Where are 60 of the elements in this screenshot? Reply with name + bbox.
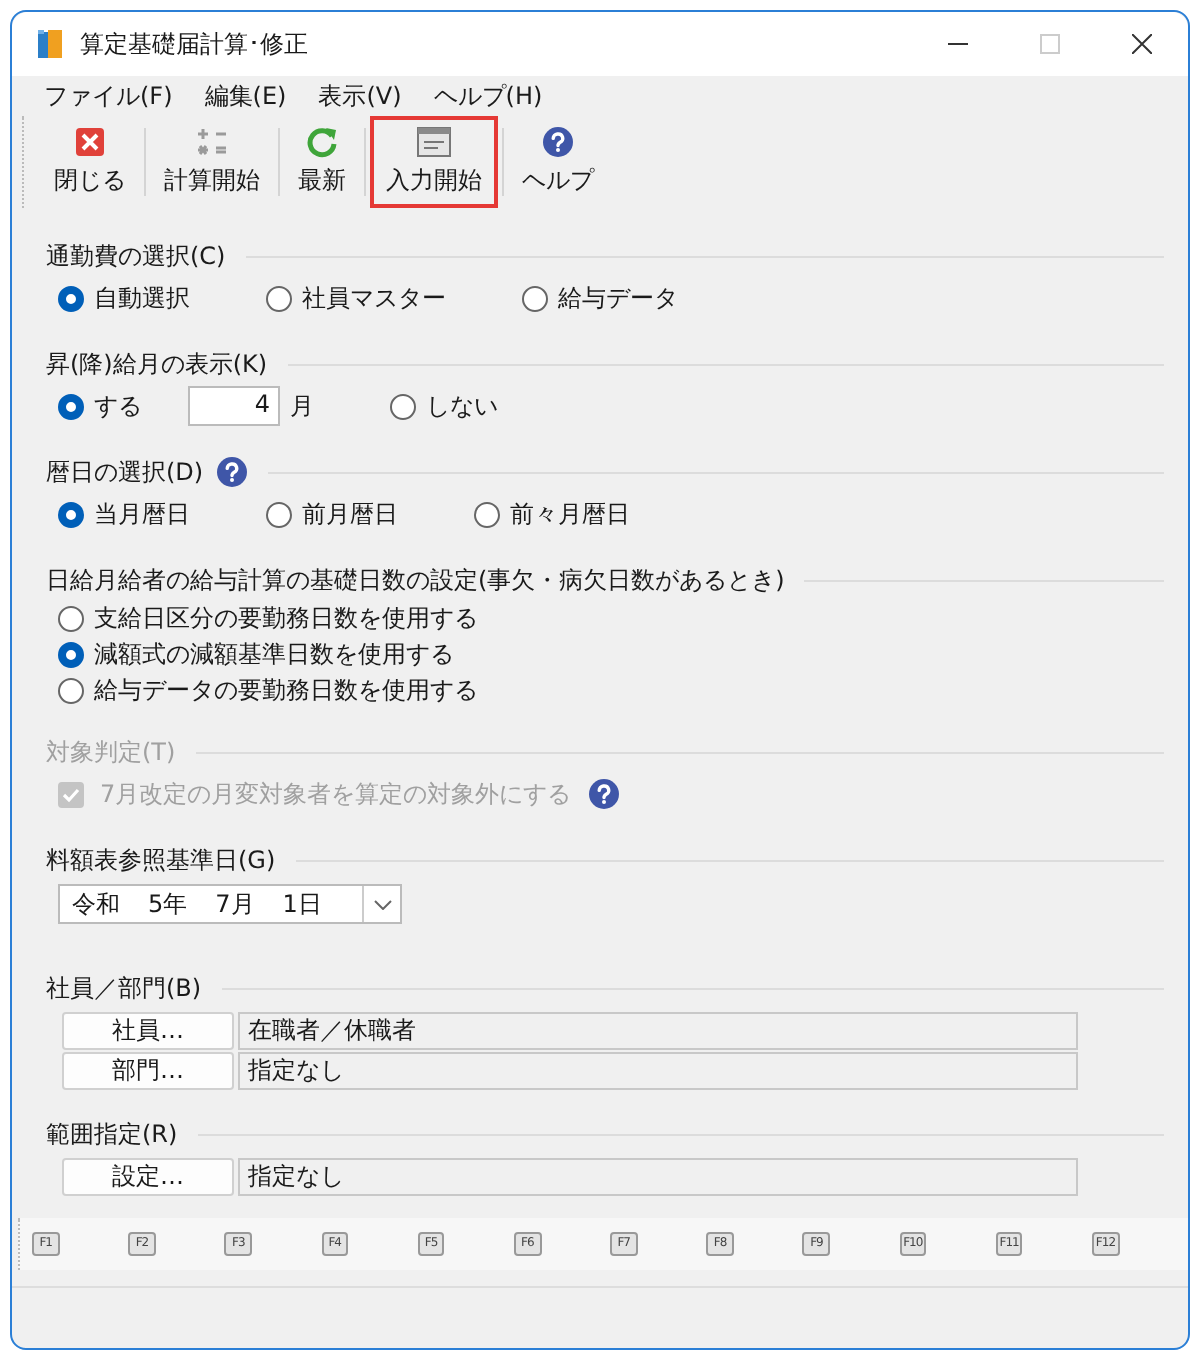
select-button[interactable]: 部門… <box>62 1052 234 1090</box>
option-label[interactable]: 給与データの要勤務日数を使用する <box>94 673 478 707</box>
option-label[interactable]: 社員マスター <box>302 281 446 315</box>
help-icon <box>542 126 574 158</box>
option-label[interactable]: 減額式の減額基準日数を使用する <box>94 637 454 671</box>
radio-button[interactable] <box>58 285 84 311</box>
toolbar-button[interactable]: 閉じる <box>40 116 140 208</box>
option-label[interactable]: する <box>94 389 142 423</box>
radio-button[interactable] <box>522 285 548 311</box>
app-icon <box>36 28 64 60</box>
radio-button[interactable] <box>266 501 292 527</box>
chevron-icon <box>373 899 391 909</box>
radio-button[interactable] <box>390 393 416 419</box>
option-label[interactable]: 前々月暦日 <box>510 497 630 531</box>
refresh-icon <box>306 126 338 158</box>
option-label[interactable]: 当月暦日 <box>94 497 190 531</box>
select-button[interactable]: 設定… <box>62 1158 234 1196</box>
radio-button[interactable] <box>58 677 84 703</box>
minimize-icon[interactable] <box>948 42 968 46</box>
menu-item[interactable]: ヘルプ(H) <box>421 79 555 113</box>
option-label[interactable]: 支給日区分の要勤務日数を使用する <box>94 601 478 635</box>
toolbar-button[interactable]: 計算開始 <box>150 116 274 208</box>
section-title: 対象判定(T) <box>46 735 176 769</box>
option-label[interactable]: 給与データ <box>558 281 678 315</box>
help-icon[interactable] <box>215 456 248 488</box>
window-title: 算定基礎届計算･修正 <box>80 27 310 61</box>
menu-item[interactable]: 編集(E) <box>192 79 299 113</box>
unit-label: 月 <box>290 389 314 423</box>
select-button[interactable]: 社員… <box>62 1012 234 1050</box>
close-icon <box>74 126 106 158</box>
section-title: 料額表参照基準日(G) <box>46 843 276 877</box>
section-title: 社員／部門(B) <box>46 971 202 1005</box>
option-label[interactable]: しない <box>426 389 498 423</box>
section-title: 範囲指定(R) <box>46 1117 178 1151</box>
radio-button[interactable] <box>266 285 292 311</box>
toolbar-button[interactable]: 入力開始 <box>370 116 498 208</box>
section-title: 暦日の選択(D) <box>46 455 204 489</box>
selection-field: 在職者／休職者 <box>238 1012 1078 1050</box>
selection-field: 指定なし <box>238 1158 1078 1196</box>
option-label[interactable]: 自動選択 <box>94 281 190 315</box>
window-form-icon <box>416 126 452 158</box>
option-label[interactable]: 前月暦日 <box>302 497 398 531</box>
calculator-icon <box>196 126 228 158</box>
date-dropdown[interactable]: 令和 5年 7月 1日 <box>58 884 402 924</box>
section-title: 日給月給者の給与計算の基礎日数の設定(事欠・病欠日数があるとき) <box>46 563 785 597</box>
close-icon[interactable] <box>1132 34 1152 54</box>
month-input[interactable]: 4 <box>188 386 280 426</box>
radio-button[interactable] <box>58 605 84 631</box>
menu-item[interactable]: ファイル(F) <box>32 79 185 113</box>
selection-field: 指定なし <box>238 1052 1078 1090</box>
section-title: 昇(降)給月の表示(K) <box>46 347 268 381</box>
radio-button[interactable] <box>474 501 500 527</box>
radio-button[interactable] <box>58 393 84 419</box>
section-title: 通勤費の選択(C) <box>46 239 226 273</box>
menu-item[interactable]: 表示(V) <box>306 79 414 113</box>
toolbar-button[interactable]: ヘルプ <box>508 116 608 208</box>
maximize-icon <box>1040 34 1060 54</box>
radio-button[interactable] <box>58 501 84 527</box>
toolbar-button[interactable]: 最新 <box>284 116 360 208</box>
radio-button[interactable] <box>58 641 84 667</box>
